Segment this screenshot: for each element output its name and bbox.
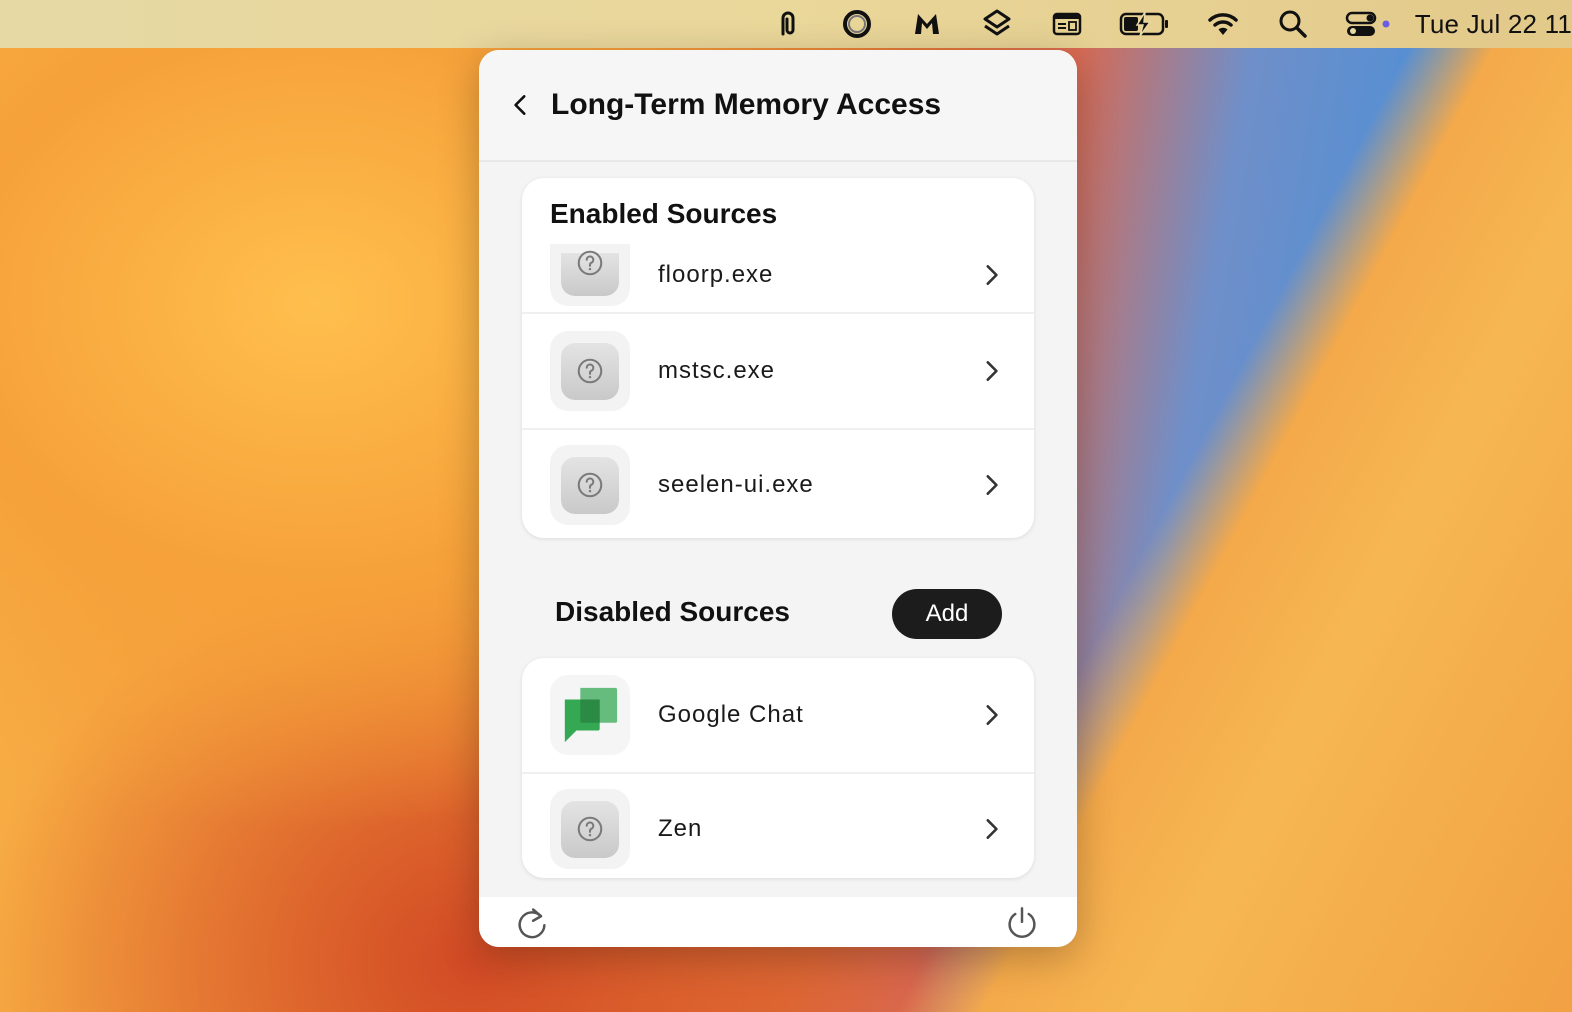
google-chat-icon [550,675,630,755]
source-label: Google Chat [658,701,804,728]
disabled-sources-title: Disabled Sources [555,596,790,627]
chevron-right-icon [976,260,1006,290]
source-row-google-chat[interactable]: Google Chat [522,658,1034,774]
chevron-right-icon [976,700,1006,730]
memory-access-panel: Long-Term Memory Access Enabled Sources … [479,50,1077,947]
panel-footer [479,897,1077,947]
unknown-app-icon [550,445,630,525]
power-icon [1008,907,1036,938]
chevron-right-icon [976,356,1006,386]
battery-charging-icon[interactable] [1119,6,1171,42]
question-mark-icon [577,358,603,384]
question-mark-icon [577,250,603,276]
control-center-icon[interactable] [1345,6,1393,42]
ring-app-icon[interactable] [839,6,875,42]
malwarebytes-icon[interactable] [909,6,945,42]
disabled-sources-card: Google Chat Zen [522,658,1034,878]
source-row-mstsc[interactable]: mstsc.exe [522,314,1034,430]
question-mark-icon [577,472,603,498]
chevron-right-icon [976,814,1006,844]
add-source-button[interactable]: Add [892,589,1002,639]
source-label: mstsc.exe [658,357,776,384]
menu-bar-clock[interactable]: Tue Jul 22 11 [1415,9,1572,40]
paperclip-app-icon[interactable] [769,6,805,42]
search-icon[interactable] [1275,6,1311,42]
menu-bar: Tue Jul 22 11 [0,0,1572,48]
page-title: Long-Term Memory Access [551,88,942,121]
chevron-left-icon [514,95,526,115]
chevron-right-icon [976,470,1006,500]
source-row-seelen-ui[interactable]: seelen-ui.exe [522,428,1034,538]
source-label: seelen-ui.exe [658,471,814,498]
refresh-icon [518,908,546,939]
refresh-button[interactable] [512,903,552,943]
wifi-icon[interactable] [1205,6,1241,42]
keyboard-shortcut-icon[interactable] [1049,6,1085,42]
back-button[interactable] [501,85,541,125]
source-row-floorp[interactable]: floorp.exe [522,198,1034,314]
unknown-app-icon [550,244,630,306]
enabled-sources-card: Enabled Sources floorp.exe mstsc.exe see… [522,178,1034,538]
question-mark-icon [577,816,603,842]
power-button[interactable] [1002,903,1042,943]
source-label: Zen [658,815,703,842]
source-row-zen[interactable]: Zen [522,772,1034,878]
unknown-app-icon [550,331,630,411]
layers-app-icon[interactable] [979,6,1015,42]
panel-header: Long-Term Memory Access [479,50,1077,162]
source-label: floorp.exe [658,261,774,288]
unknown-app-icon [550,789,630,869]
